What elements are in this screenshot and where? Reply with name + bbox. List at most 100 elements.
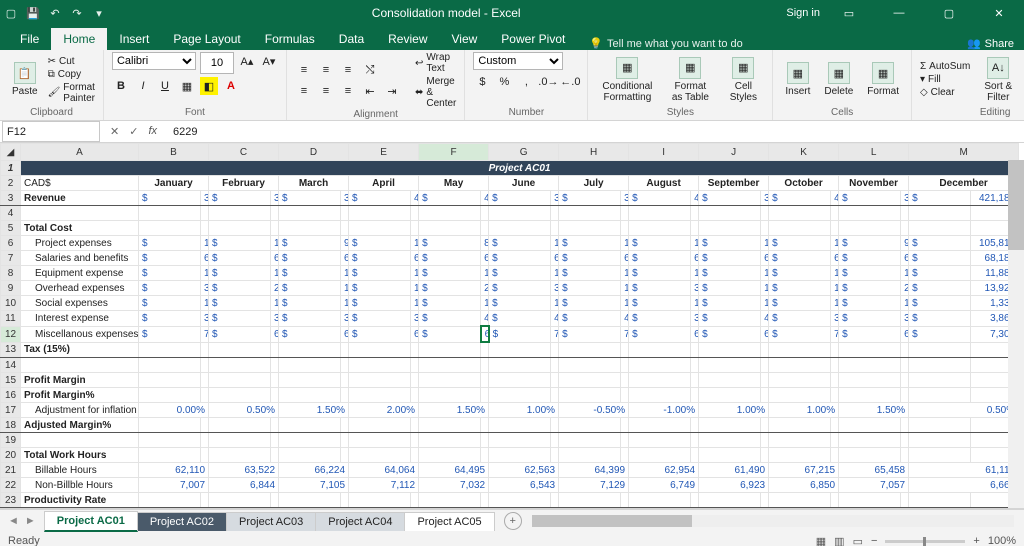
- zoom-level[interactable]: 100%: [988, 535, 1016, 546]
- row-header[interactable]: 22: [1, 478, 21, 493]
- sheet-tab-ac02[interactable]: Project AC02: [137, 512, 227, 531]
- fill-color-button[interactable]: ◧: [200, 77, 218, 95]
- tab-formulas[interactable]: Formulas: [253, 28, 327, 50]
- autosum-button[interactable]: ΣAutoSum: [920, 61, 970, 72]
- col-header-M[interactable]: M: [909, 144, 1019, 161]
- select-all-cell[interactable]: ◢: [1, 144, 21, 161]
- col-header-H[interactable]: H: [559, 144, 629, 161]
- sheet-tab-ac03[interactable]: Project AC03: [226, 512, 316, 531]
- increase-indent-icon[interactable]: ⇥: [383, 82, 401, 100]
- row-header[interactable]: 7: [1, 251, 21, 266]
- row-header[interactable]: 14: [1, 358, 21, 373]
- align-top-icon[interactable]: ≡: [295, 61, 313, 79]
- row-header[interactable]: 18: [1, 418, 21, 433]
- format-painter-button[interactable]: 🖌Format Painter: [48, 82, 95, 104]
- fx-icon[interactable]: fx: [148, 125, 157, 138]
- close-button[interactable]: ✕: [978, 0, 1020, 26]
- row-header[interactable]: 8: [1, 266, 21, 281]
- spreadsheet-grid[interactable]: ◢ABCDEFGHIJKLMN 1Project AC012CAD$Januar…: [0, 143, 1019, 509]
- sheet-tab-ac01[interactable]: Project AC01: [44, 511, 138, 532]
- font-name-select[interactable]: Calibri: [112, 52, 196, 70]
- share-button[interactable]: 👥 Share: [967, 37, 1014, 50]
- row-header[interactable]: 4: [1, 206, 21, 221]
- zoom-in-icon[interactable]: +: [973, 535, 979, 546]
- increase-decimal-icon[interactable]: .0→: [539, 73, 557, 91]
- col-header-K[interactable]: K: [769, 144, 839, 161]
- col-header-G[interactable]: G: [489, 144, 559, 161]
- col-header-L[interactable]: L: [839, 144, 909, 161]
- clear-button[interactable]: ◇Clear: [920, 87, 970, 98]
- increase-font-icon[interactable]: A▴: [238, 52, 256, 70]
- view-normal-icon[interactable]: ▦: [816, 535, 826, 546]
- format-as-table-button[interactable]: ▦Format as Table: [664, 55, 716, 105]
- row-header[interactable]: 21: [1, 463, 21, 478]
- row-header[interactable]: 10: [1, 296, 21, 311]
- undo-icon[interactable]: ↶: [48, 6, 62, 20]
- cell-styles-button[interactable]: ▦Cell Styles: [722, 55, 764, 105]
- minimize-button[interactable]: —: [878, 0, 920, 26]
- row-header[interactable]: 11: [1, 311, 21, 327]
- orientation-icon[interactable]: ⤭: [361, 61, 379, 79]
- tab-insert[interactable]: Insert: [107, 28, 161, 50]
- new-sheet-button[interactable]: +: [504, 512, 522, 530]
- tell-me-search[interactable]: 💡 Tell me what you want to do: [589, 37, 742, 50]
- col-header-A[interactable]: A: [21, 144, 139, 161]
- col-header-D[interactable]: D: [279, 144, 349, 161]
- col-header-B[interactable]: B: [139, 144, 209, 161]
- zoom-slider[interactable]: [885, 540, 965, 543]
- horizontal-scrollbar[interactable]: [532, 515, 1014, 527]
- align-right-icon[interactable]: ≡: [339, 82, 357, 100]
- name-box[interactable]: F12: [2, 121, 100, 142]
- currency-icon[interactable]: $: [473, 73, 491, 91]
- number-format-select[interactable]: Custom: [473, 52, 563, 70]
- row-header[interactable]: 2: [1, 176, 21, 191]
- decrease-font-icon[interactable]: A▾: [260, 52, 278, 70]
- tab-file[interactable]: File: [8, 28, 51, 50]
- format-cells-button[interactable]: ▦Format: [863, 60, 903, 99]
- cut-button[interactable]: ✂Cut: [48, 56, 95, 67]
- fill-button[interactable]: ▾Fill: [920, 74, 970, 85]
- row-header[interactable]: 17: [1, 403, 21, 418]
- row-header[interactable]: 3: [1, 191, 21, 206]
- row-header[interactable]: 9: [1, 281, 21, 296]
- insert-cells-button[interactable]: ▦Insert: [781, 60, 814, 99]
- row-header[interactable]: 1: [1, 161, 21, 176]
- align-center-icon[interactable]: ≡: [317, 82, 335, 100]
- row-header[interactable]: 13: [1, 342, 21, 358]
- enter-formula-icon[interactable]: ✓: [129, 125, 138, 138]
- decrease-decimal-icon[interactable]: ←.0: [561, 73, 579, 91]
- col-header-J[interactable]: J: [699, 144, 769, 161]
- conditional-formatting-button[interactable]: ▦Conditional Formatting: [596, 55, 658, 105]
- redo-icon[interactable]: ↷: [70, 6, 84, 20]
- row-header[interactable]: 24: [1, 508, 21, 510]
- row-header[interactable]: 6: [1, 236, 21, 251]
- row-header[interactable]: 23: [1, 493, 21, 508]
- paste-button[interactable]: 📋Paste: [8, 60, 42, 99]
- formula-bar-value[interactable]: 6229: [173, 126, 1024, 138]
- copy-button[interactable]: ⧉Copy: [48, 69, 95, 80]
- row-header[interactable]: 12: [1, 326, 21, 342]
- tab-nav-prev-icon[interactable]: ◄: [8, 515, 19, 527]
- comma-icon[interactable]: ,: [517, 73, 535, 91]
- border-button[interactable]: ▦: [178, 77, 196, 95]
- tab-home[interactable]: Home: [51, 28, 107, 50]
- tab-nav-next-icon[interactable]: ►: [25, 515, 36, 527]
- sheet-tab-ac04[interactable]: Project AC04: [315, 512, 405, 531]
- col-header-F[interactable]: F: [419, 144, 489, 161]
- merge-center-button[interactable]: ⬌Merge & Center: [415, 76, 456, 109]
- font-size-input[interactable]: [200, 52, 234, 74]
- row-header[interactable]: 20: [1, 448, 21, 463]
- tab-power-pivot[interactable]: Power Pivot: [489, 28, 577, 50]
- qat-customize-icon[interactable]: ▾: [92, 6, 106, 20]
- wrap-text-button[interactable]: ↩Wrap Text: [415, 52, 456, 74]
- font-color-button[interactable]: A: [222, 77, 240, 95]
- align-bottom-icon[interactable]: ≡: [339, 61, 357, 79]
- view-page-icon[interactable]: ▥: [834, 535, 844, 546]
- row-header[interactable]: 15: [1, 373, 21, 388]
- bold-button[interactable]: B: [112, 77, 130, 95]
- tab-page-layout[interactable]: Page Layout: [161, 28, 252, 50]
- col-header-I[interactable]: I: [629, 144, 699, 161]
- italic-button[interactable]: I: [134, 77, 152, 95]
- col-header-C[interactable]: C: [209, 144, 279, 161]
- sheet-tab-ac05[interactable]: Project AC05: [404, 512, 494, 531]
